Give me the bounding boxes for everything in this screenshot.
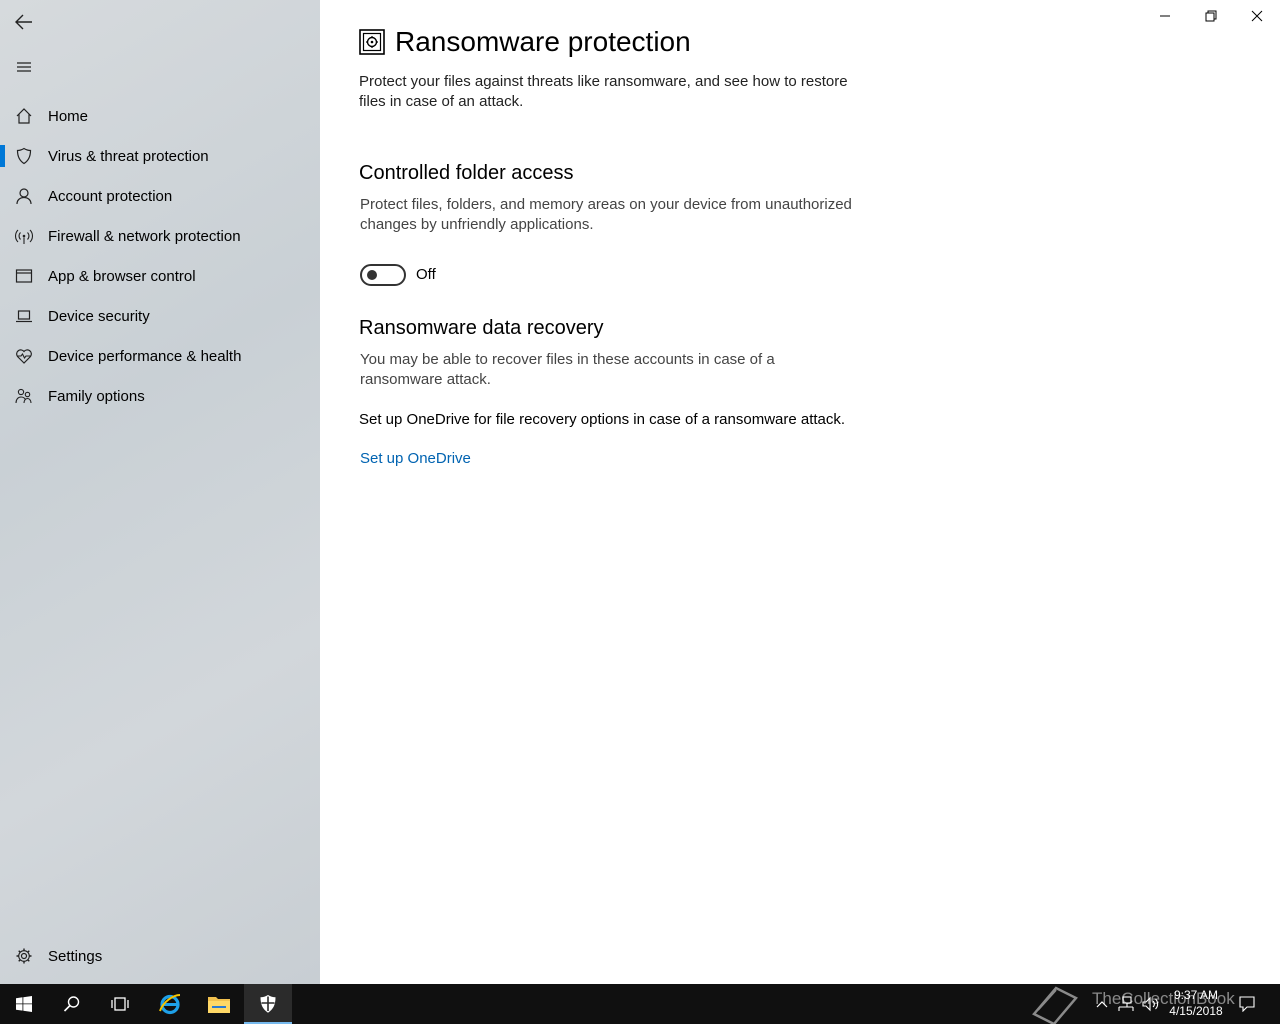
internet-explorer-button[interactable] bbox=[146, 984, 194, 1024]
back-button[interactable] bbox=[12, 10, 36, 34]
sidebar-item-account-protection[interactable]: Account protection bbox=[0, 176, 320, 216]
book-icon bbox=[1032, 986, 1078, 1024]
home-icon bbox=[14, 106, 34, 126]
sidebar-item-firewall-network-protection[interactable]: Firewall & network protection bbox=[0, 216, 320, 256]
sidebar-item-label: Settings bbox=[48, 947, 103, 965]
family-icon bbox=[14, 386, 34, 406]
internet-explorer-icon bbox=[159, 994, 181, 1015]
sidebar-item-label: Device security bbox=[48, 307, 150, 325]
onedrive-info-text: Set up OneDrive for file recovery option… bbox=[359, 411, 846, 428]
notification-icon bbox=[1239, 996, 1255, 1012]
file-explorer-button[interactable] bbox=[195, 984, 243, 1024]
sidebar-item-virus-threat-protection[interactable]: Virus & threat protection bbox=[0, 136, 320, 176]
search-icon bbox=[63, 996, 80, 1012]
setup-onedrive-link[interactable]: Set up OneDrive bbox=[360, 450, 471, 467]
cfa-heading: Controlled folder access bbox=[359, 162, 574, 184]
page-description: Protect your files against threats like … bbox=[359, 73, 848, 110]
shield-icon bbox=[14, 146, 34, 166]
laptop-icon bbox=[14, 306, 34, 326]
watermark-book-logo bbox=[1030, 984, 1080, 1024]
chevron-up-icon bbox=[1096, 1001, 1108, 1008]
clock-date: 4/15/2018 bbox=[1169, 1004, 1223, 1018]
sidebar-item-label: Firewall & network protection bbox=[48, 227, 241, 245]
sidebar-item-label: Account protection bbox=[48, 187, 173, 205]
page-header: Ransomware protection bbox=[359, 26, 691, 58]
windows-security-taskbar-button[interactable] bbox=[244, 984, 292, 1024]
heart-pulse-icon bbox=[14, 346, 34, 366]
shield-icon bbox=[260, 995, 276, 1013]
person-icon bbox=[14, 186, 34, 206]
sidebar-item-label: Virus & threat protection bbox=[48, 147, 209, 165]
main-content: Ransomware protection Protect your files… bbox=[320, 0, 1280, 984]
taskbar: TheCollectionBook 9:37 AM 4/15/2018 bbox=[0, 984, 1280, 1024]
network-icon bbox=[1118, 996, 1134, 1011]
sidebar-item-label: Device performance & health bbox=[48, 347, 242, 365]
sidebar-item-device-performance-health[interactable]: Device performance & health bbox=[0, 336, 320, 376]
sidebar-item-device-security[interactable]: Device security bbox=[0, 296, 320, 336]
sidebar-item-home[interactable]: Home bbox=[0, 96, 320, 136]
recovery-description: You may be able to recover files in thes… bbox=[360, 351, 775, 388]
cfa-description: Protect files, folders, and memory areas… bbox=[360, 196, 852, 233]
show-hidden-icons-button[interactable] bbox=[1092, 984, 1112, 1024]
taskbar-clock[interactable]: 9:37 AM 4/15/2018 bbox=[1160, 987, 1232, 1019]
sidebar-item-label: App & browser control bbox=[48, 267, 196, 285]
action-center-button[interactable] bbox=[1234, 984, 1260, 1024]
search-button[interactable] bbox=[48, 984, 96, 1024]
windows-logo-icon bbox=[16, 996, 32, 1012]
minimize-icon bbox=[1160, 15, 1170, 17]
sidebar-item-label: Family options bbox=[48, 387, 145, 405]
restore-button[interactable] bbox=[1188, 0, 1234, 32]
clock-time: 9:37 AM bbox=[1173, 988, 1219, 1002]
sidebar-item-app-browser-control[interactable]: App & browser control bbox=[0, 256, 320, 296]
start-button[interactable] bbox=[0, 984, 48, 1024]
recovery-heading: Ransomware data recovery bbox=[359, 317, 604, 339]
sidebar-item-settings[interactable]: Settings bbox=[0, 936, 320, 976]
speaker-icon bbox=[1142, 996, 1159, 1012]
minimize-button[interactable] bbox=[1142, 0, 1188, 32]
gear-icon bbox=[14, 946, 34, 966]
task-view-button[interactable] bbox=[96, 984, 144, 1024]
sidebar-item-label: Home bbox=[48, 107, 89, 125]
close-button[interactable] bbox=[1234, 0, 1280, 32]
network-tray-button[interactable] bbox=[1114, 984, 1138, 1024]
ransomware-safe-icon bbox=[359, 29, 385, 55]
arrow-left-icon bbox=[15, 14, 32, 30]
cfa-toggle[interactable] bbox=[360, 264, 406, 286]
sidebar-item-family-options[interactable]: Family options bbox=[0, 376, 320, 416]
window-icon bbox=[14, 266, 34, 286]
hamburger-menu-button[interactable] bbox=[12, 55, 36, 79]
cfa-toggle-state: Off bbox=[416, 266, 436, 283]
folder-icon bbox=[208, 997, 230, 1013]
sidebar: Home Virus & threat protection Account p… bbox=[0, 0, 320, 984]
wireless-icon bbox=[14, 226, 34, 246]
page-title: Ransomware protection bbox=[395, 26, 691, 57]
restore-icon bbox=[1205, 10, 1217, 22]
toggle-knob bbox=[367, 270, 377, 280]
hamburger-icon bbox=[17, 62, 31, 72]
task-view-icon bbox=[111, 997, 129, 1011]
close-icon bbox=[1251, 10, 1263, 22]
